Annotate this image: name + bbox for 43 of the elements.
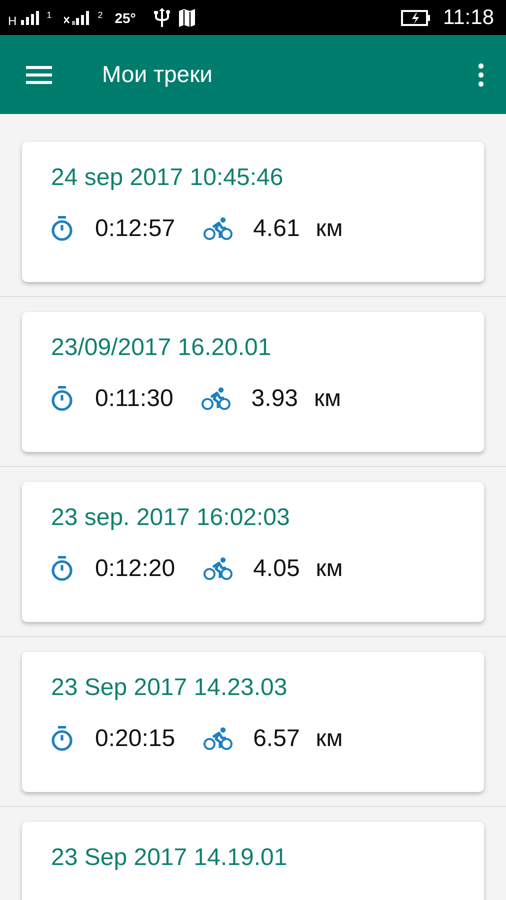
track-duration: 0:20:15 bbox=[95, 725, 176, 753]
battery-charging-icon bbox=[401, 10, 431, 26]
distance-unit: км bbox=[316, 555, 343, 583]
cyclist-icon bbox=[203, 727, 234, 751]
track-duration: 0:11:30 bbox=[95, 385, 174, 413]
cyclist-icon bbox=[203, 557, 234, 581]
track-date: 24 sep 2017 10:45:46 bbox=[51, 163, 284, 193]
stopwatch-icon bbox=[51, 386, 73, 412]
more-options-icon[interactable] bbox=[478, 62, 484, 86]
track-card[interactable]: 23 Sep 2017 14.19.01 bbox=[22, 822, 484, 900]
distance-unit: км bbox=[316, 725, 343, 753]
temperature: 25° bbox=[114, 10, 136, 26]
map-icon bbox=[178, 8, 196, 26]
cyclist-icon bbox=[203, 217, 234, 241]
track-card[interactable]: 24 sep 2017 10:45:46 0:12:57 4.61 км bbox=[22, 142, 484, 282]
track-distance: 3.93 bbox=[251, 385, 298, 413]
stopwatch-icon bbox=[51, 726, 73, 752]
usb-icon bbox=[154, 8, 170, 28]
track-card[interactable]: 23 sep. 2017 16:02:03 0:12:20 4.05 км bbox=[22, 482, 484, 622]
track-card[interactable]: 23/09/2017 16.20.01 0:11:30 3.93 км bbox=[22, 312, 484, 452]
track-duration: 0:12:20 bbox=[95, 555, 176, 583]
no-signal-icon bbox=[64, 10, 90, 24]
distance-unit: км bbox=[316, 215, 343, 243]
track-duration: 0:12:57 bbox=[95, 215, 176, 243]
track-date: 23/09/2017 16.20.01 bbox=[51, 333, 272, 363]
track-card[interactable]: 23 Sep 2017 14.23.03 0:20:15 6.57 км bbox=[22, 652, 484, 792]
track-date: 23 sep. 2017 16:02:03 bbox=[51, 503, 291, 533]
track-distance: 6.57 bbox=[253, 725, 300, 753]
network-type: H bbox=[8, 14, 17, 28]
cyclist-icon bbox=[201, 387, 232, 411]
stopwatch-icon bbox=[51, 216, 73, 242]
track-distance: 4.05 bbox=[253, 555, 300, 583]
track-date: 23 Sep 2017 14.23.03 bbox=[51, 673, 288, 703]
track-date: 23 Sep 2017 14.19.01 bbox=[51, 843, 288, 873]
track-distance: 4.61 bbox=[253, 215, 300, 243]
sim-number: 2 bbox=[98, 10, 103, 20]
clock: 11:18 bbox=[443, 6, 494, 30]
screen-title: Мои треки bbox=[102, 61, 214, 88]
sim-number: 1 bbox=[46, 10, 52, 20]
signal-icon bbox=[20, 10, 39, 24]
distance-unit: км bbox=[314, 385, 342, 413]
menu-icon[interactable] bbox=[26, 66, 52, 84]
stopwatch-icon bbox=[51, 556, 73, 582]
